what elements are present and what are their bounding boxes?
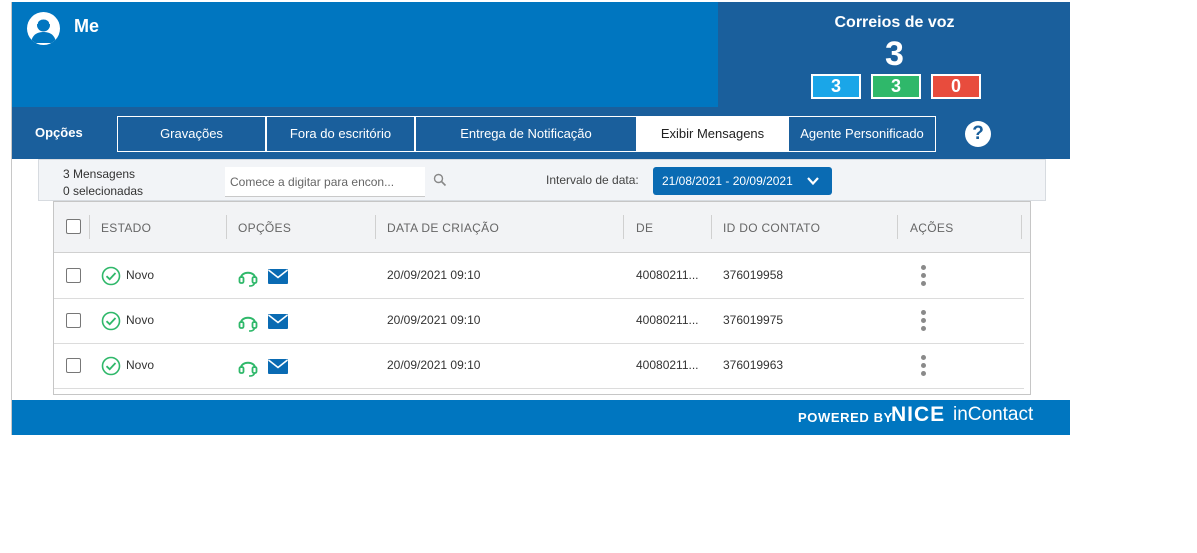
check-circle-icon — [101, 356, 121, 376]
tab-out-of-office[interactable]: Fora do escritório — [266, 116, 415, 152]
help-icon[interactable]: ? — [965, 121, 991, 147]
column-divider — [1021, 215, 1022, 239]
from-number: 40080211... — [636, 358, 699, 372]
column-divider — [897, 215, 898, 239]
table-header: ESTADO OPÇÕES DATA DE CRIAÇÃO DE ID DO C… — [54, 202, 1030, 253]
tab-view-messages[interactable]: Exibir Mensagens — [637, 116, 788, 152]
created-date: 20/09/2021 09:10 — [387, 313, 481, 327]
from-number: 40080211... — [636, 313, 699, 327]
voicemail-counter-read[interactable]: 3 — [871, 74, 921, 99]
options-bar: Opções Gravações Fora do escritório Entr… — [12, 107, 1070, 159]
status-text: Novo — [126, 268, 155, 282]
voicemail-counter-urgent[interactable]: 0 — [931, 74, 981, 99]
select-all-checkbox[interactable] — [66, 219, 81, 234]
from-number: 40080211... — [636, 268, 699, 282]
contact-id: 376019975 — [723, 313, 784, 327]
message-summary: 3 Mensagens 0 selecionadas — [63, 166, 143, 200]
headset-icon[interactable] — [237, 266, 259, 288]
envelope-icon[interactable] — [267, 313, 289, 330]
message-toolbar: 3 Mensagens 0 selecionadas Intervalo de … — [38, 159, 1046, 201]
check-circle-icon — [101, 311, 121, 331]
created-date: 20/09/2021 09:10 — [387, 358, 481, 372]
contact-id: 376019958 — [723, 268, 784, 282]
tab-impersonated-agent[interactable]: Agente Personificado — [788, 116, 936, 152]
column-divider — [89, 215, 90, 239]
message-count: 3 Mensagens — [63, 167, 136, 181]
user-name: Me — [74, 16, 100, 36]
date-range-label: Intervalo de data: — [546, 173, 639, 187]
headset-icon[interactable] — [237, 356, 259, 378]
search-input[interactable] — [225, 167, 425, 197]
status-text: Novo — [126, 313, 155, 327]
check-circle-icon — [101, 266, 121, 286]
column-divider — [711, 215, 712, 239]
table-row[interactable]: Novo 20/09/2021 09:10 40080211... 376019… — [54, 344, 1024, 389]
more-vert-icon[interactable] — [918, 355, 928, 379]
voicemail-counter-new[interactable]: 3 — [811, 74, 861, 99]
selected-count: 0 selecionadas — [63, 184, 144, 198]
column-header-created[interactable]: DATA DE CRIAÇÃO — [387, 221, 499, 235]
envelope-icon[interactable] — [267, 358, 289, 375]
date-range-value: 21/08/2021 - 20/09/2021 — [662, 174, 793, 188]
contact-id: 376019963 — [723, 358, 784, 372]
row-checkbox[interactable] — [66, 358, 81, 373]
column-header-from[interactable]: DE — [636, 221, 653, 235]
footer: POWERED BY NICE inContact — [12, 400, 1070, 435]
user-avatar-icon — [27, 12, 60, 45]
column-header-status[interactable]: ESTADO — [101, 221, 151, 235]
envelope-icon[interactable] — [267, 268, 289, 285]
row-checkbox[interactable] — [66, 268, 81, 283]
tab-notification-delivery[interactable]: Entrega de Notificação — [415, 116, 637, 152]
voicemail-app: Me Correios de voz 3 3 3 0 Opções Gravaç… — [11, 2, 1070, 435]
table-row[interactable]: Novo 20/09/2021 09:10 40080211... 376019… — [54, 299, 1024, 344]
incontact-logo: inContact — [953, 404, 1034, 425]
table-row[interactable]: Novo 20/09/2021 09:10 40080211... 376019… — [54, 254, 1024, 299]
row-checkbox[interactable] — [66, 313, 81, 328]
options-label: Opções — [35, 125, 83, 140]
column-header-contact-id[interactable]: ID DO CONTATO — [723, 221, 820, 235]
date-range-picker[interactable]: 21/08/2021 - 20/09/2021 — [653, 167, 832, 195]
messages-table: ESTADO OPÇÕES DATA DE CRIAÇÃO DE ID DO C… — [53, 201, 1031, 395]
chevron-down-icon — [807, 177, 819, 186]
nice-logo: NICE — [891, 403, 946, 426]
user-header: Me — [12, 2, 718, 107]
column-divider — [623, 215, 624, 239]
more-vert-icon[interactable] — [918, 265, 928, 289]
column-divider — [375, 215, 376, 239]
headset-icon[interactable] — [237, 311, 259, 333]
column-header-options[interactable]: OPÇÕES — [238, 221, 291, 235]
column-header-actions: AÇÕES — [910, 221, 954, 235]
search-icon[interactable] — [433, 173, 447, 187]
created-date: 20/09/2021 09:10 — [387, 268, 481, 282]
voicemail-title: Correios de voz — [834, 14, 955, 31]
column-divider — [226, 215, 227, 239]
voicemail-panel: Correios de voz 3 3 3 0 — [718, 2, 1070, 107]
status-text: Novo — [126, 358, 155, 372]
powered-by-label: POWERED BY — [798, 410, 893, 425]
tab-recordings[interactable]: Gravações — [117, 116, 266, 152]
voicemail-total: 3 — [885, 35, 904, 73]
more-vert-icon[interactable] — [918, 310, 928, 334]
